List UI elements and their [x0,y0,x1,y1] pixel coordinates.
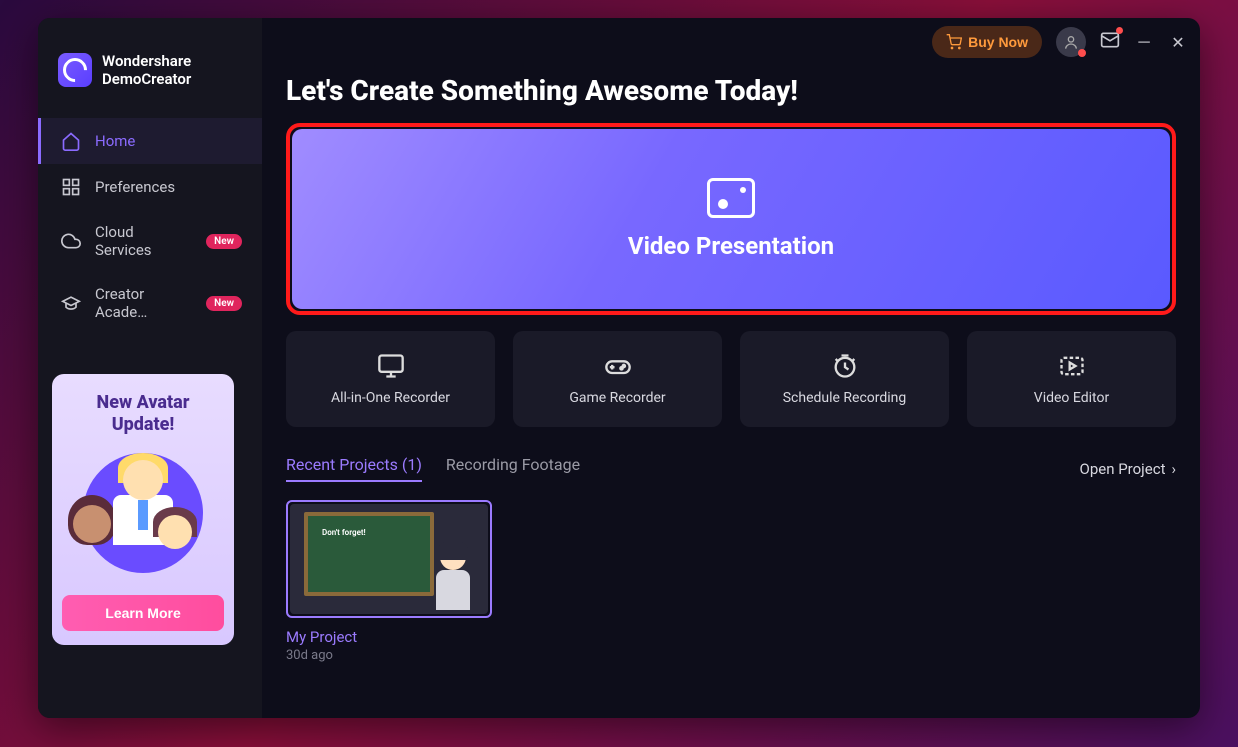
hero-label: Video Presentation [628,232,834,260]
project-thumbnail-wrap: Don't forget! [286,500,492,618]
cart-icon [946,34,962,50]
logo-text: Wondershare DemoCreator [102,52,191,88]
sidebar-item-label: Home [95,132,135,150]
logo-icon [58,53,92,87]
hero-highlight-box: Video Presentation [286,123,1176,315]
video-presentation-card[interactable]: Video Presentation [292,129,1170,309]
app-window: Wondershare DemoCreator Home Preferences… [38,18,1200,718]
promo-title: New Avatar Update! [62,392,224,435]
project-name: My Project [286,628,492,646]
tab-recent-projects[interactable]: Recent Projects (1) [286,455,422,482]
mail-icon [1100,30,1120,50]
open-project-label: Open Project [1080,460,1166,478]
tab-recording-footage[interactable]: Recording Footage [446,455,580,482]
project-tabs: Recent Projects (1) Recording Footage Op… [286,455,1176,482]
buy-now-button[interactable]: Buy Now [932,26,1042,58]
academy-icon [61,293,81,313]
page-title: Let's Create Something Awesome Today! [286,74,1176,107]
avatar-illustration [428,544,478,614]
learn-more-button[interactable]: Learn More [62,595,224,631]
brand-line1: Wondershare [102,52,191,70]
project-item[interactable]: Don't forget! My Project 30d ago [286,500,492,663]
sidebar-item-label: Creator Acade… [95,285,192,321]
promo-card: New Avatar Update! Learn More [52,374,234,645]
cloud-icon [61,231,81,251]
action-cards: All-in-One Recorder Game Recorder Schedu… [286,331,1176,427]
sidebar: Wondershare DemoCreator Home Preferences… [38,18,262,718]
schedule-recording-card[interactable]: Schedule Recording [740,331,949,427]
buy-label: Buy Now [968,34,1028,50]
thumb-text: Don't forget! [322,528,366,537]
minimize-button[interactable]: ─ [1134,32,1154,52]
gamepad-icon [602,352,634,380]
monitor-icon [375,352,407,380]
project-thumbnail: Don't forget! [290,504,488,614]
sidebar-nav: Home Preferences Cloud Services New Crea… [38,118,262,334]
main-content: Buy Now ─ ✕ Let's Create Something Aweso… [262,18,1200,718]
topbar: Buy Now ─ ✕ [932,26,1188,58]
game-recorder-card[interactable]: Game Recorder [513,331,722,427]
home-icon [61,131,81,151]
sidebar-item-creator-academy[interactable]: Creator Acade… New [38,272,262,334]
card-label: Game Recorder [569,390,665,406]
new-badge: New [206,296,242,311]
brand-line2: DemoCreator [102,70,191,88]
chevron-right-icon: › [1171,460,1176,478]
all-in-one-recorder-card[interactable]: All-in-One Recorder [286,331,495,427]
sidebar-item-preferences[interactable]: Preferences [38,164,262,210]
presentation-icon [707,178,755,218]
sidebar-item-home[interactable]: Home [38,118,262,164]
project-list: Don't forget! My Project 30d ago [286,500,1176,663]
project-date: 30d ago [286,648,492,663]
grid-icon [61,177,81,197]
card-label: Schedule Recording [783,390,907,406]
user-icon [1063,34,1079,50]
sidebar-item-label: Cloud Services [95,223,192,259]
app-logo: Wondershare DemoCreator [38,40,262,108]
video-editor-card[interactable]: Video Editor [967,331,1176,427]
sidebar-item-label: Preferences [95,178,175,196]
mail-button[interactable] [1100,30,1120,54]
clock-icon [829,352,861,380]
video-editor-icon [1056,352,1088,380]
new-badge: New [206,234,242,249]
card-label: All-in-One Recorder [331,390,450,406]
user-avatar-button[interactable] [1056,27,1086,57]
open-project-button[interactable]: Open Project › [1080,460,1176,478]
promo-illustration [68,445,218,585]
card-label: Video Editor [1034,390,1109,406]
sidebar-item-cloud-services[interactable]: Cloud Services New [38,210,262,272]
close-button[interactable]: ✕ [1168,33,1188,52]
